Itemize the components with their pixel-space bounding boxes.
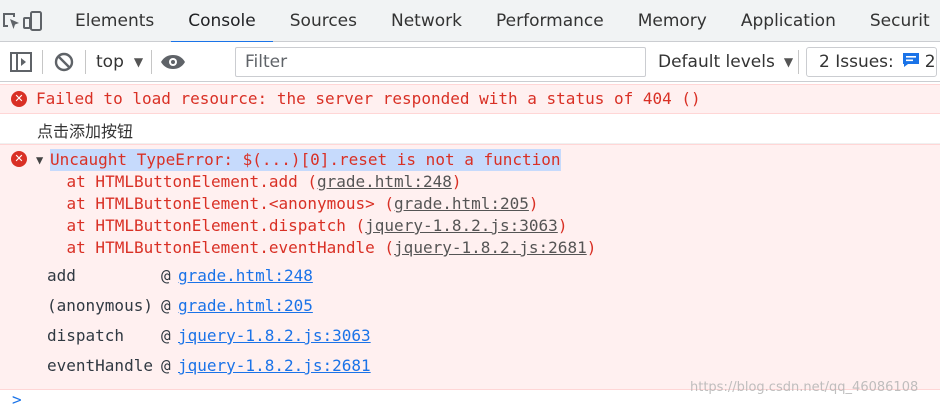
filter-input[interactable] — [235, 47, 646, 77]
tab-security[interactable]: Securit — [853, 0, 940, 42]
toolbar-separator — [798, 50, 799, 74]
trace-at-symbol: @ — [161, 326, 171, 345]
trace-function-name: eventHandle — [47, 356, 153, 375]
trace-function-name: dispatch — [47, 326, 125, 345]
console-prompt-icon[interactable]: > — [12, 390, 22, 408]
issues-count: 2 — [924, 52, 936, 72]
stack-frame-text: ) — [557, 216, 568, 235]
issue-message-icon — [902, 52, 920, 73]
stack-frame-link[interactable]: jquery-1.8.2.js:2681 — [394, 238, 587, 257]
console-log-message: 点击添加按钮 — [0, 114, 940, 144]
stack-frame-line: at HTMLButtonElement.dispatch (jquery-1.… — [28, 215, 568, 237]
stack-frame-text: at HTMLButtonElement.<anonymous> ( — [28, 194, 395, 213]
stack-frame-line: at HTMLButtonElement.<anonymous> (grade.… — [28, 193, 539, 215]
console-error-message: ✕ Failed to load resource: the server re… — [0, 84, 940, 114]
watermark: https://blog.csdn.net/qq_46086108 — [690, 380, 919, 395]
inspect-element-icon[interactable] — [0, 0, 22, 42]
console-toolbar: top ▼ Default levels ▼ 2 Issues: 2 — [0, 42, 940, 82]
device-toolbar-icon[interactable] — [22, 0, 44, 42]
context-label: top — [96, 51, 124, 72]
chevron-down-icon: ▼ — [133, 54, 144, 69]
log-levels-dropdown[interactable]: Default levels ▼ — [658, 42, 793, 82]
stack-frame-text: at HTMLButtonElement.dispatch ( — [28, 216, 366, 235]
stack-frame-link[interactable]: grade.html:248 — [317, 172, 452, 191]
trace-source-link[interactable]: grade.html:205 — [178, 295, 313, 317]
stack-frame-text: ) — [451, 172, 462, 191]
log-levels-label: Default levels — [658, 52, 775, 72]
trace-source-link[interactable]: jquery-1.8.2.js:3063 — [178, 325, 371, 347]
trace-function-name: add — [47, 266, 76, 285]
trace-source-link[interactable]: grade.html:248 — [178, 265, 313, 287]
devtools-tab-bar: Elements Console Sources Network Perform… — [0, 0, 940, 43]
tab-performance[interactable]: Performance — [479, 0, 621, 42]
trace-at-symbol: @ — [161, 266, 171, 285]
trace-source-link[interactable]: jquery-1.8.2.js:2681 — [178, 355, 371, 377]
error-icon: ✕ — [11, 151, 27, 167]
chevron-down-icon: ▼ — [783, 55, 794, 69]
issues-button[interactable]: 2 Issues: 2 — [806, 47, 937, 77]
tab-network[interactable]: Network — [374, 0, 479, 42]
stack-frame-link[interactable]: grade.html:205 — [394, 194, 529, 213]
context-selector[interactable]: top ▼ — [86, 42, 151, 82]
tab-console[interactable]: Console — [171, 0, 273, 43]
error-summary[interactable]: Uncaught TypeError: $(...)[0].reset is n… — [50, 149, 561, 171]
issues-label: 2 Issues: — [819, 52, 894, 72]
log-text: 点击添加按钮 — [37, 122, 134, 141]
stack-frame-text: ) — [586, 238, 597, 257]
console-error-message-expanded: ✕ ▼ Uncaught TypeError: $(...)[0].reset … — [0, 144, 940, 390]
sidebar-toggle-icon[interactable] — [0, 42, 42, 82]
tab-elements[interactable]: Elements — [58, 0, 171, 42]
tab-sources[interactable]: Sources — [273, 0, 374, 42]
tab-application[interactable]: Application — [724, 0, 853, 42]
trace-at-symbol: @ — [161, 356, 171, 375]
tab-memory[interactable]: Memory — [621, 0, 724, 42]
stack-frame-text: at HTMLButtonElement.eventHandle ( — [28, 238, 395, 257]
stack-frame-link[interactable]: jquery-1.8.2.js:3063 — [365, 216, 558, 235]
stack-frame-text: at HTMLButtonElement.add ( — [28, 172, 317, 191]
clear-console-icon[interactable] — [43, 42, 85, 82]
trace-function-name: (anonymous) — [47, 296, 153, 315]
stack-frame-text: ) — [528, 194, 539, 213]
expand-triangle-icon[interactable]: ▼ — [36, 149, 43, 171]
stack-frame-line: at HTMLButtonElement.add (grade.html:248… — [28, 171, 462, 193]
live-expression-eye-icon[interactable] — [152, 42, 194, 82]
error-icon: ✕ — [11, 91, 27, 107]
trace-at-symbol: @ — [161, 296, 171, 315]
stack-frame-line: at HTMLButtonElement.eventHandle (jquery… — [28, 237, 597, 259]
error-text: Failed to load resource: the server resp… — [36, 89, 701, 108]
